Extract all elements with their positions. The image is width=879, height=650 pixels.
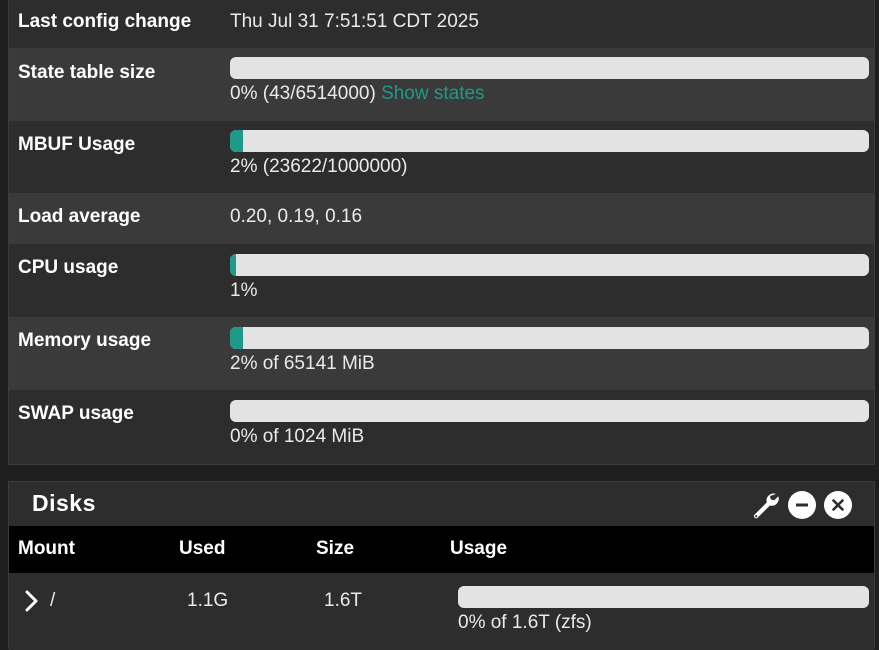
minimize-button[interactable] xyxy=(788,491,816,519)
disk-used: 1.1G xyxy=(187,590,229,611)
disk-mount: / xyxy=(50,590,56,611)
mbuf-progress-fill xyxy=(230,130,243,152)
disk-usage-text: 0% of 1.6T (zfs) xyxy=(458,612,592,633)
swap-label: SWAP usage xyxy=(18,403,134,424)
memory-value: 2% of 65141 MiB xyxy=(230,353,375,374)
state-table-label: State table size xyxy=(18,62,156,83)
cpu-value: 1% xyxy=(230,280,258,301)
cpu-progress-bar xyxy=(230,254,869,276)
load-average-value: 0.20, 0.19, 0.16 xyxy=(230,206,363,227)
cpu-progress-fill xyxy=(230,254,237,276)
disk-usage-bar xyxy=(458,586,869,608)
disks-header: Disks xyxy=(9,482,874,526)
swap-value: 0% of 1024 MiB xyxy=(230,426,365,447)
close-circle-icon xyxy=(832,499,844,511)
column-used: Used xyxy=(179,538,226,559)
system-information-panel: Last config change Thu Jul 31 7:51:51 CD… xyxy=(8,0,875,465)
memory-label: Memory usage xyxy=(18,330,152,351)
row-last-config-change: Last config change Thu Jul 31 7:51:51 CD… xyxy=(9,0,874,48)
state-table-value: 0% (43/6514000) xyxy=(230,83,376,104)
state-table-progress-bar xyxy=(230,57,869,79)
column-size: Size xyxy=(316,538,355,559)
cpu-label: CPU usage xyxy=(18,257,119,278)
close-button[interactable] xyxy=(824,491,852,519)
row-load-average: Load average 0.20, 0.19, 0.16 xyxy=(9,193,874,244)
last-config-value: Thu Jul 31 7:51:51 CDT 2025 xyxy=(230,11,479,32)
disks-title: Disks xyxy=(32,490,96,516)
disks-header-controls xyxy=(750,490,852,520)
column-mount: Mount xyxy=(18,538,75,559)
mbuf-progress-bar xyxy=(230,130,869,152)
swap-progress-bar xyxy=(230,400,869,422)
memory-progress-fill xyxy=(230,327,243,349)
disk-size: 1.6T xyxy=(324,590,363,611)
row-swap-usage: SWAP usage 0% of 1024 MiB xyxy=(9,390,874,463)
row-state-table-size: State table size 0% (43/6514000) Show st… xyxy=(9,48,874,121)
disks-panel: Disks Mount Used Size Usage / 1.1G 1.6T … xyxy=(8,481,875,650)
show-states-link[interactable]: Show states xyxy=(381,83,485,104)
minus-circle-icon xyxy=(796,503,808,507)
load-average-label: Load average xyxy=(18,206,141,227)
column-usage: Usage xyxy=(450,538,508,559)
wrench-icon[interactable] xyxy=(750,490,780,520)
memory-progress-bar xyxy=(230,327,869,349)
chevron-right-icon[interactable] xyxy=(23,589,41,613)
table-row: / 1.1G 1.6T 0% of 1.6T (zfs) xyxy=(9,573,874,650)
row-cpu-usage: CPU usage 1% xyxy=(9,244,874,317)
disks-table-header: Mount Used Size Usage xyxy=(9,526,874,573)
mbuf-label: MBUF Usage xyxy=(18,134,136,155)
row-mbuf-usage: MBUF Usage 2% (23622/1000000) xyxy=(9,121,874,193)
mbuf-value: 2% (23622/1000000) xyxy=(230,156,408,177)
row-memory-usage: Memory usage 2% of 65141 MiB xyxy=(9,317,874,390)
last-config-label: Last config change xyxy=(18,11,192,32)
